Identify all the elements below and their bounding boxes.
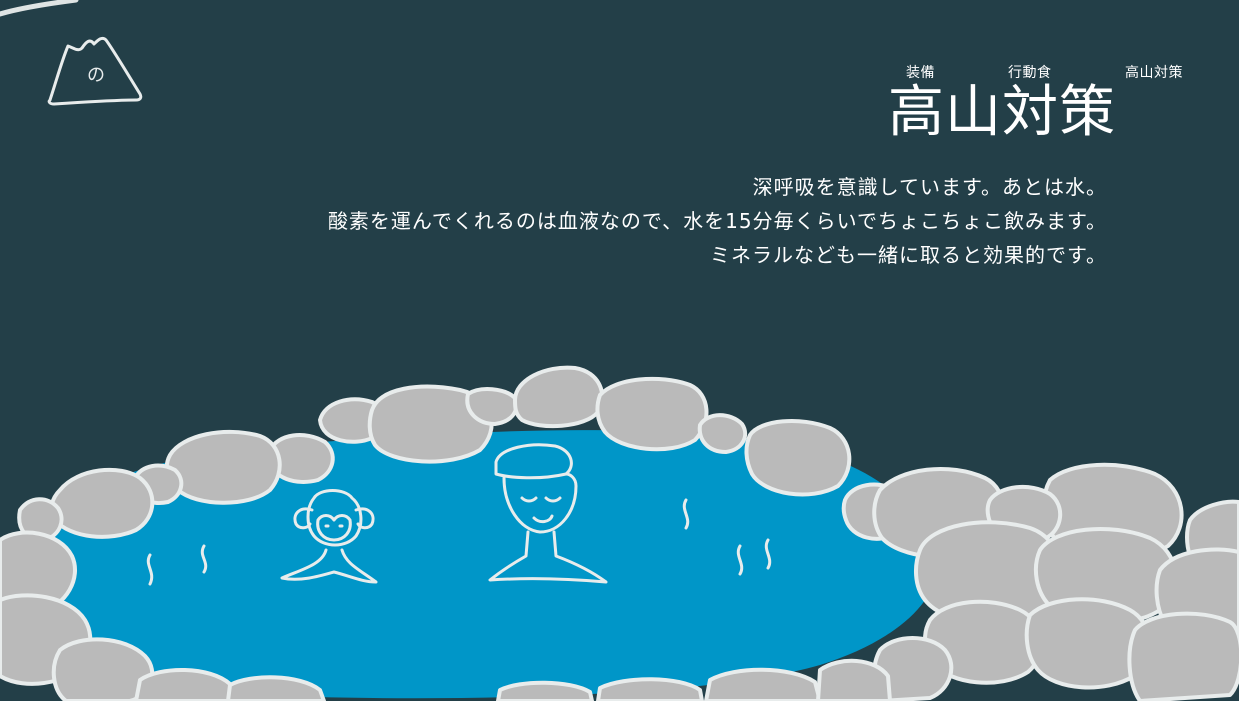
rock [744,418,852,497]
nav-item-trail-food[interactable]: 行動食 [1008,62,1052,82]
rock [816,658,892,701]
logo-glyph: の [87,65,105,86]
page-stage: の 装備 行動食 高山対策 高山対策 深呼吸を意識しています。あとは水。 酸素を… [0,0,1239,701]
mountain-logo-icon: の [47,36,143,106]
rock [1127,611,1239,701]
rock [513,365,605,429]
chalk-streak-decoration [0,0,79,17]
rock [496,680,594,701]
rock [596,677,704,701]
body-paragraph-1: 深呼吸を意識しています。あとは水。 [752,175,1107,199]
rock [697,413,748,454]
nav-item-equipment[interactable]: 装備 [906,62,935,82]
rock [49,467,155,539]
rock [164,429,282,505]
body-text: 深呼吸を意識しています。あとは水。 酸素を運んでくれるのは血液なので、水を15分… [207,170,1107,272]
rock [595,376,709,452]
rock [465,387,519,426]
page-title: 高山対策 [888,80,1116,145]
rock [704,667,822,701]
body-paragraph-3: ミネラルなども一緒に取ると効果的です。 [710,243,1107,267]
nav-item-altitude-measures[interactable]: 高山対策 [1125,62,1183,82]
body-paragraph-2: 酸素を運んでくれるのは血液なので、水を15分毎くらいでちょこちょこ飲みます。 [327,209,1107,233]
hot-spring-illustration [0,365,1239,701]
mountain-logo-link[interactable]: の [44,34,148,110]
